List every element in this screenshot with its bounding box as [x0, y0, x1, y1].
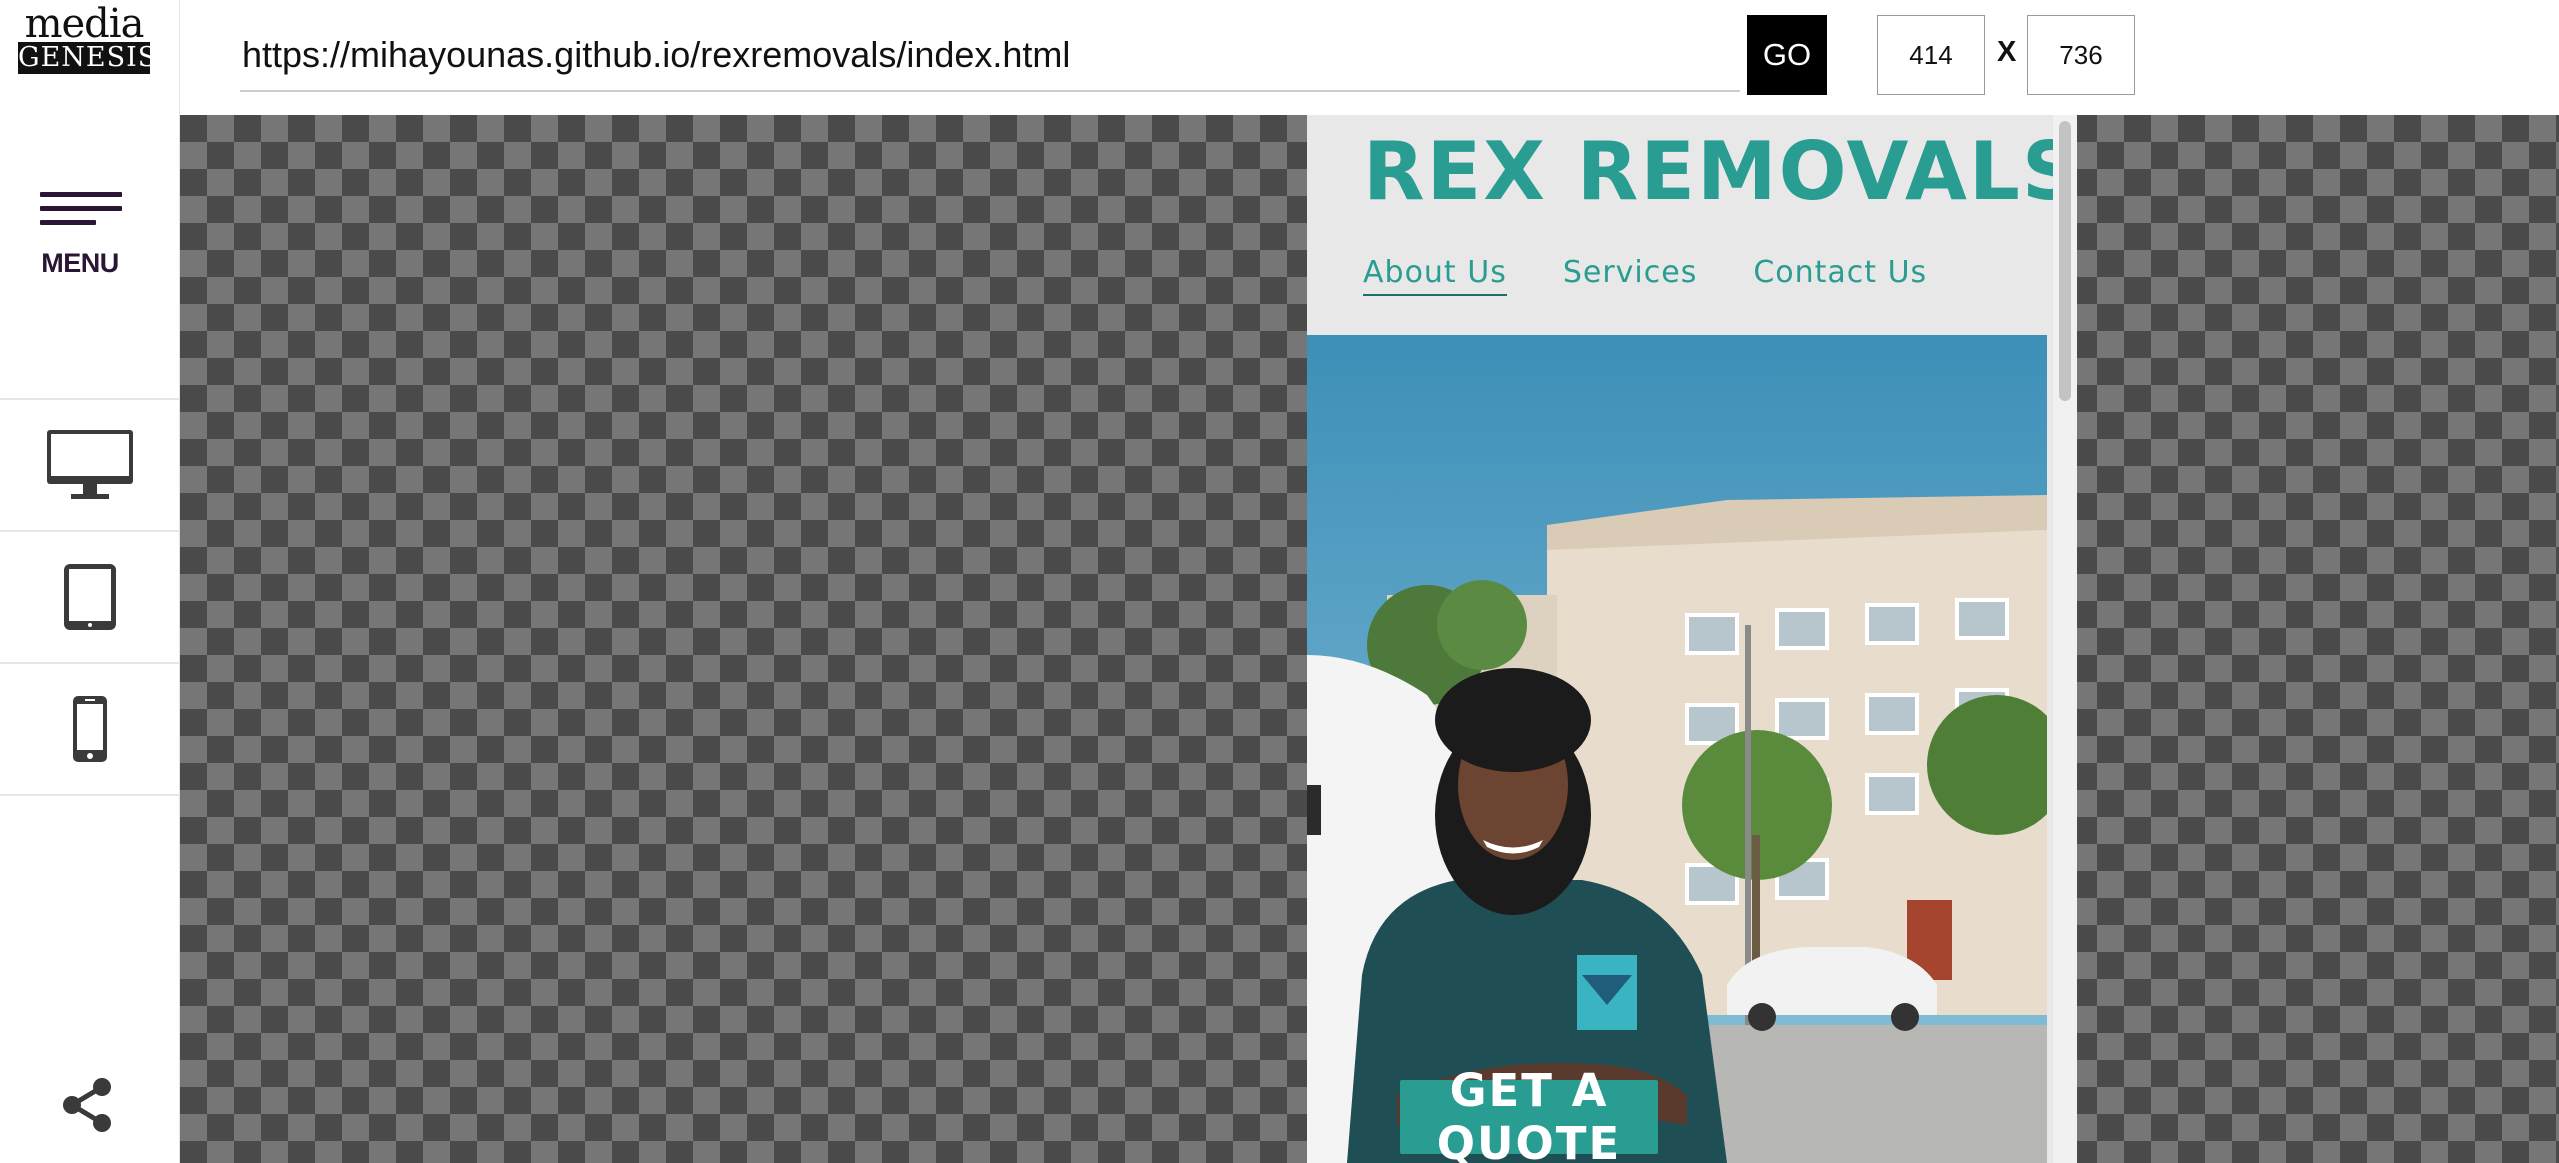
divider	[0, 794, 180, 796]
hamburger-icon	[40, 192, 122, 236]
desktop-view-button[interactable]	[0, 400, 180, 530]
hero-photo-mover-in-front-of-building	[1307, 335, 2047, 1163]
sidebar: media GENESIS MENU	[0, 0, 180, 1163]
nav-link-about-us[interactable]: About Us	[1363, 255, 1507, 296]
site-title: REX REMOVALS	[1363, 125, 2077, 218]
height-input[interactable]	[2027, 15, 2135, 95]
hero-image	[1307, 335, 2047, 1163]
logo-text-bottom: GENESIS	[18, 42, 158, 74]
scrollbar[interactable]	[2053, 115, 2077, 1163]
get-a-quote-button[interactable]: GET A QUOTE	[1400, 1064, 1658, 1163]
nav-link-contact-us[interactable]: Contact Us	[1753, 255, 1927, 296]
tablet-icon	[64, 564, 116, 630]
site-nav: About Us Services Contact Us	[1363, 255, 1927, 296]
site-header: REX REMOVALS About Us Services Contact U…	[1307, 115, 2077, 335]
device-preview-frame[interactable]: REX REMOVALS About Us Services Contact U…	[1307, 115, 2077, 1163]
toolbar: GO X	[180, 0, 2559, 115]
scrollbar-thumb[interactable]	[2059, 121, 2071, 401]
mobile-phone-icon	[73, 696, 107, 762]
go-button[interactable]: GO	[1747, 15, 1827, 95]
share-button[interactable]	[58, 1075, 118, 1135]
tablet-view-button[interactable]	[0, 532, 180, 662]
menu-label: MENU	[41, 248, 119, 278]
share-icon	[63, 1078, 111, 1132]
desktop-monitor-icon	[47, 430, 133, 499]
nav-link-services[interactable]: Services	[1563, 255, 1698, 296]
width-input[interactable]	[1877, 15, 1985, 95]
url-input[interactable]	[240, 20, 1740, 92]
logo-text-top: media	[24, 1, 145, 47]
menu-button[interactable]: MENU	[30, 188, 130, 288]
dimension-separator: X	[1997, 36, 2017, 68]
media-genesis-logo[interactable]: media GENESIS	[18, 1, 158, 74]
phone-view-button[interactable]	[0, 664, 180, 794]
